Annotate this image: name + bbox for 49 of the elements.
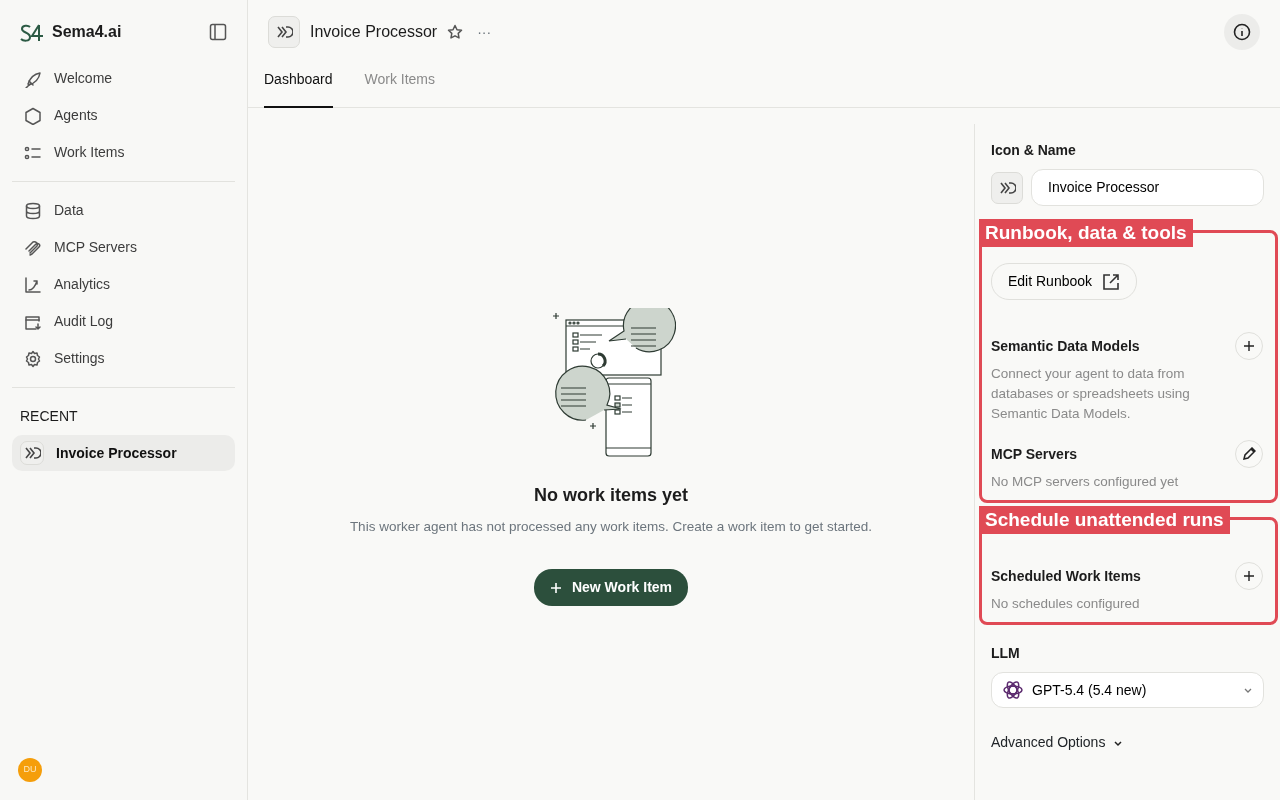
page-title: Invoice Processor xyxy=(310,22,438,42)
sidebar-item[interactable]: Audit Log xyxy=(12,303,235,340)
sidebar-item[interactable]: Work Items xyxy=(12,134,235,171)
sidebar-item[interactable]: Welcome xyxy=(12,60,235,97)
llm-select[interactable]: GPT-5.4 (5.4 new) xyxy=(991,672,1264,708)
section-title: Semantic Data Models xyxy=(991,336,1140,356)
plus-icon xyxy=(1244,571,1254,581)
plug-icon xyxy=(24,238,42,257)
info-icon xyxy=(1233,23,1251,41)
sidebar-item[interactable]: Data xyxy=(12,192,235,229)
section-title: MCP Servers xyxy=(991,444,1078,464)
advanced-options-toggle[interactable]: Advanced Options xyxy=(991,732,1264,753)
section-description: Connect your agent to data from databases or spreadsheets using Semantic Data Models. xyxy=(991,365,1191,423)
flower-logo-icon xyxy=(1002,679,1024,701)
external-link-icon xyxy=(1102,272,1121,291)
tab[interactable]: Dashboard xyxy=(264,64,333,108)
hexagon-icon xyxy=(24,106,42,125)
sidebar-item[interactable]: MCP Servers xyxy=(12,229,235,266)
sidebar-item[interactable]: Analytics xyxy=(12,266,235,303)
agent-icon[interactable] xyxy=(991,171,1023,204)
plus-icon xyxy=(1244,341,1254,351)
brand-name: Sema4.ai xyxy=(52,22,122,42)
section-title: Scheduled Work Items xyxy=(991,566,1141,586)
star-icon[interactable] xyxy=(447,24,464,40)
callout-label: Schedule unattended runs xyxy=(979,506,1230,534)
field-label: Icon & Name xyxy=(991,141,1077,160)
empty-title: No work items yet xyxy=(533,484,688,507)
new-work-item-button[interactable]: New Work Item xyxy=(533,569,689,607)
info-button[interactable] xyxy=(1224,14,1260,50)
pencil-icon xyxy=(1242,447,1256,461)
agent-icon xyxy=(268,16,300,48)
section-description: No MCP servers configured yet xyxy=(991,473,1180,491)
sidebar-item[interactable]: Settings xyxy=(12,340,235,377)
name-field[interactable]: Invoice Processor xyxy=(1031,169,1264,206)
sidebar-item[interactable]: Agents xyxy=(12,97,235,134)
plus-icon xyxy=(549,581,562,594)
edit-runbook-button[interactable]: Edit Runbook xyxy=(991,263,1138,300)
database-icon xyxy=(24,201,42,220)
chart-icon xyxy=(24,275,42,294)
section-heading: RECENT xyxy=(19,407,79,426)
field-label: LLM xyxy=(991,644,1021,663)
gear-icon xyxy=(24,349,42,368)
recent-item[interactable]: Invoice Processor xyxy=(12,435,235,471)
sidebar-toggle-icon[interactable] xyxy=(209,23,227,41)
empty-message: This worker agent has not processed any work items. Create a work item to get started. xyxy=(349,518,873,536)
section-description: No schedules configured xyxy=(991,595,1141,613)
callout-label: Runbook, data & tools xyxy=(979,219,1193,247)
agent-icon xyxy=(20,441,44,465)
more-button[interactable]: ··· xyxy=(473,17,496,47)
